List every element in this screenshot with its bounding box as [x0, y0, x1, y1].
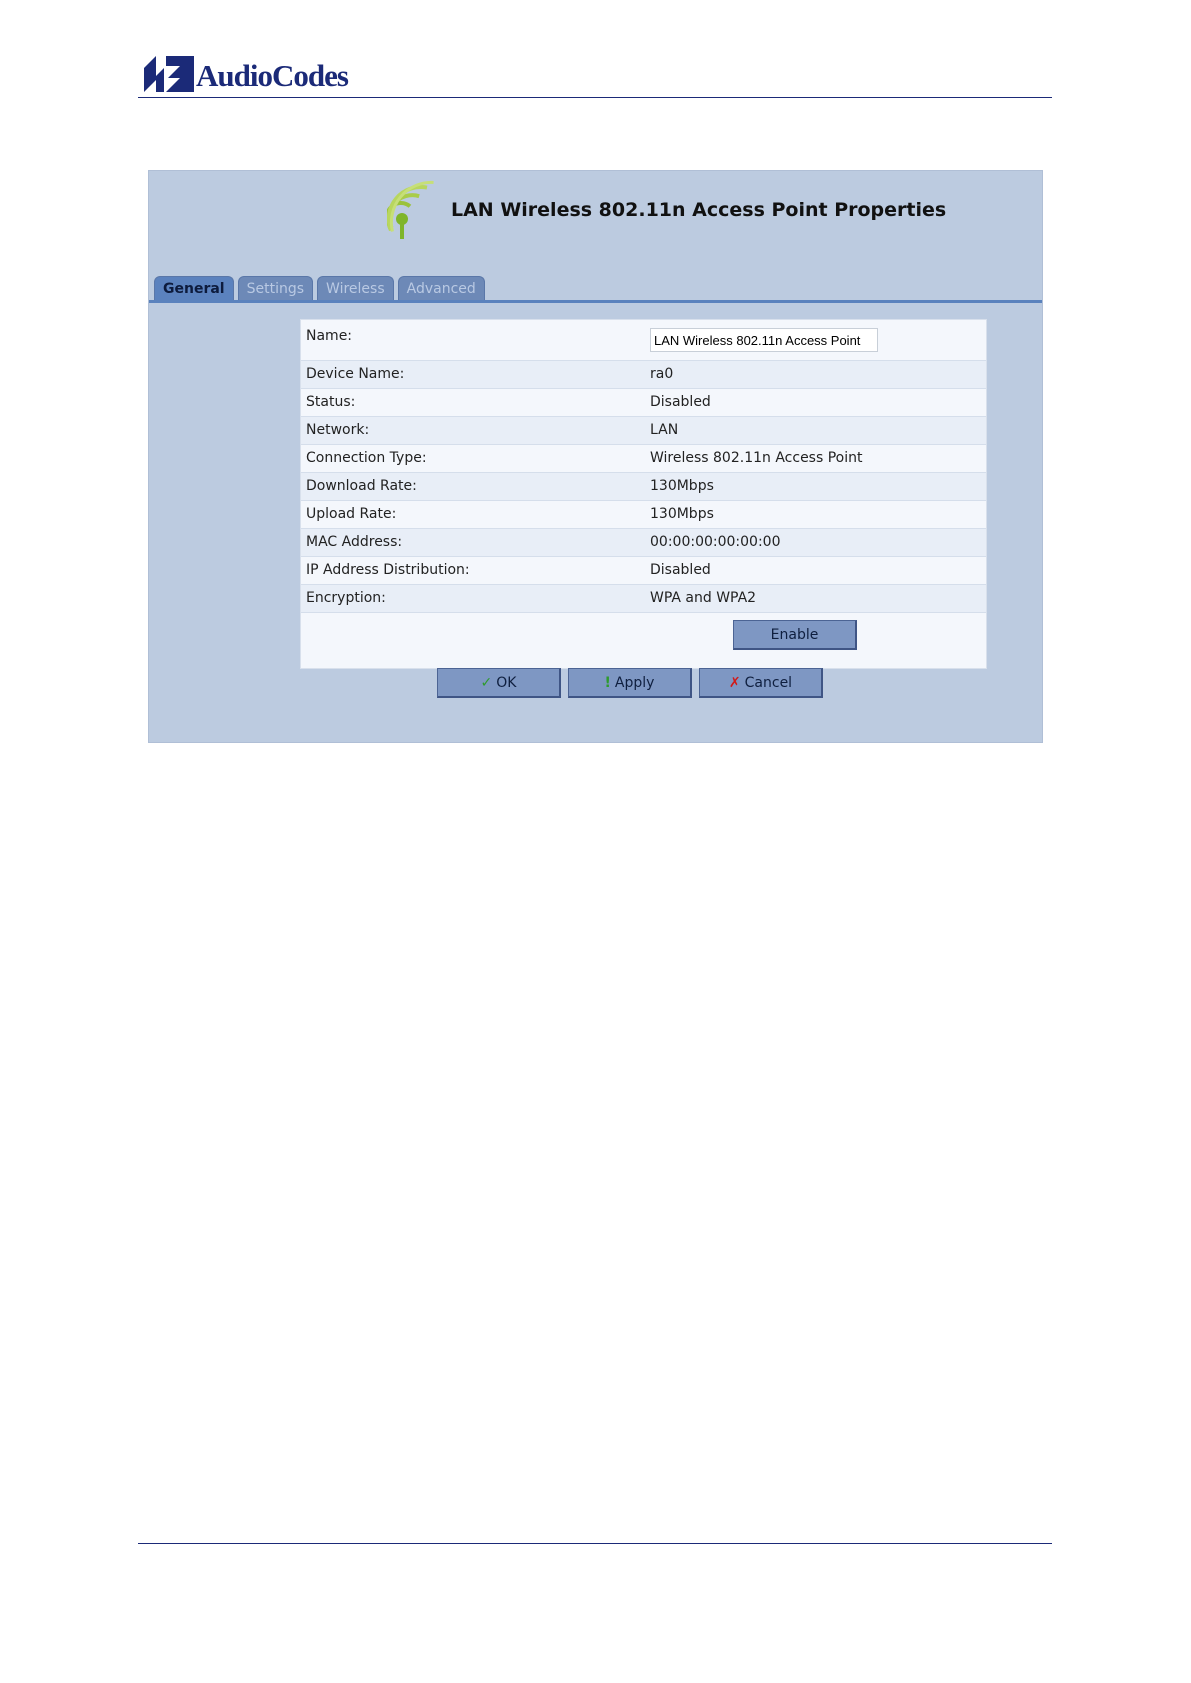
- apply-label: Apply: [614, 675, 655, 691]
- ok-label: OK: [496, 675, 517, 691]
- footer-rule: [138, 1543, 1052, 1544]
- ip-distribution-value: Disabled: [650, 562, 711, 578]
- panel-title: LAN Wireless 802.11n Access Point Proper…: [451, 199, 947, 221]
- table-row: Status: Disabled: [301, 389, 986, 417]
- apply-button[interactable]: ! Apply: [568, 668, 692, 698]
- tab-advanced[interactable]: Advanced: [397, 276, 485, 301]
- ip-distribution-label: IP Address Distribution:: [306, 562, 470, 578]
- cancel-button[interactable]: ✗ Cancel: [699, 668, 823, 698]
- table-row: Device Name: ra0: [301, 361, 986, 389]
- device-name-label: Device Name:: [306, 366, 405, 382]
- ok-button[interactable]: ✓ OK: [437, 668, 561, 698]
- table-row: IP Address Distribution: Disabled: [301, 557, 986, 585]
- tab-general[interactable]: General: [154, 276, 234, 301]
- connection-type-label: Connection Type:: [306, 450, 427, 466]
- enable-button[interactable]: Enable: [733, 620, 857, 650]
- exclamation-icon: !: [604, 675, 611, 691]
- tab-wireless[interactable]: Wireless: [317, 276, 394, 301]
- audiocodes-logo: AudioCodes: [144, 56, 364, 96]
- upload-rate-value: 130Mbps: [650, 506, 714, 522]
- table-row: Network: LAN: [301, 417, 986, 445]
- connection-type-value: Wireless 802.11n Access Point: [650, 450, 863, 466]
- cancel-label: Cancel: [744, 675, 793, 691]
- properties-table: Name: Device Name: ra0 Status: Disabled …: [300, 319, 987, 669]
- x-icon: ✗: [728, 675, 741, 691]
- upload-rate-label: Upload Rate:: [306, 506, 397, 522]
- brand-name: AudioCodes: [196, 58, 349, 93]
- status-value: Disabled: [650, 394, 711, 410]
- encryption-value: WPA and WPA2: [650, 590, 757, 606]
- device-name-value: ra0: [650, 366, 674, 382]
- network-label: Network:: [306, 422, 370, 438]
- download-rate-value: 130Mbps: [650, 478, 714, 494]
- table-row: Upload Rate: 130Mbps: [301, 501, 986, 529]
- mac-address-label: MAC Address:: [306, 534, 403, 550]
- table-row: Download Rate: 130Mbps: [301, 473, 986, 501]
- name-row: Name:: [301, 320, 986, 361]
- table-row: MAC Address: 00:00:00:00:00:00: [301, 529, 986, 557]
- tab-underline: [149, 300, 1042, 303]
- table-row: Connection Type: Wireless 802.11n Access…: [301, 445, 986, 473]
- table-row: Encryption: WPA and WPA2: [301, 585, 986, 613]
- mac-address-value: 00:00:00:00:00:00: [650, 534, 781, 550]
- wifi-antenna-icon: [387, 180, 434, 239]
- encryption-label: Encryption:: [306, 590, 386, 606]
- status-label: Status:: [306, 394, 356, 410]
- name-input[interactable]: [650, 328, 878, 352]
- properties-panel: LAN Wireless 802.11n Access Point Proper…: [148, 170, 1043, 743]
- download-rate-label: Download Rate:: [306, 478, 417, 494]
- network-value: LAN: [650, 422, 679, 438]
- name-label: Name:: [306, 328, 353, 344]
- tab-settings[interactable]: Settings: [237, 276, 314, 301]
- header-rule: [138, 97, 1052, 98]
- tab-bar: General Settings Wireless Advanced: [154, 276, 489, 302]
- check-icon: ✓: [480, 675, 493, 691]
- audiocodes-logo-mark-icon: [144, 56, 194, 92]
